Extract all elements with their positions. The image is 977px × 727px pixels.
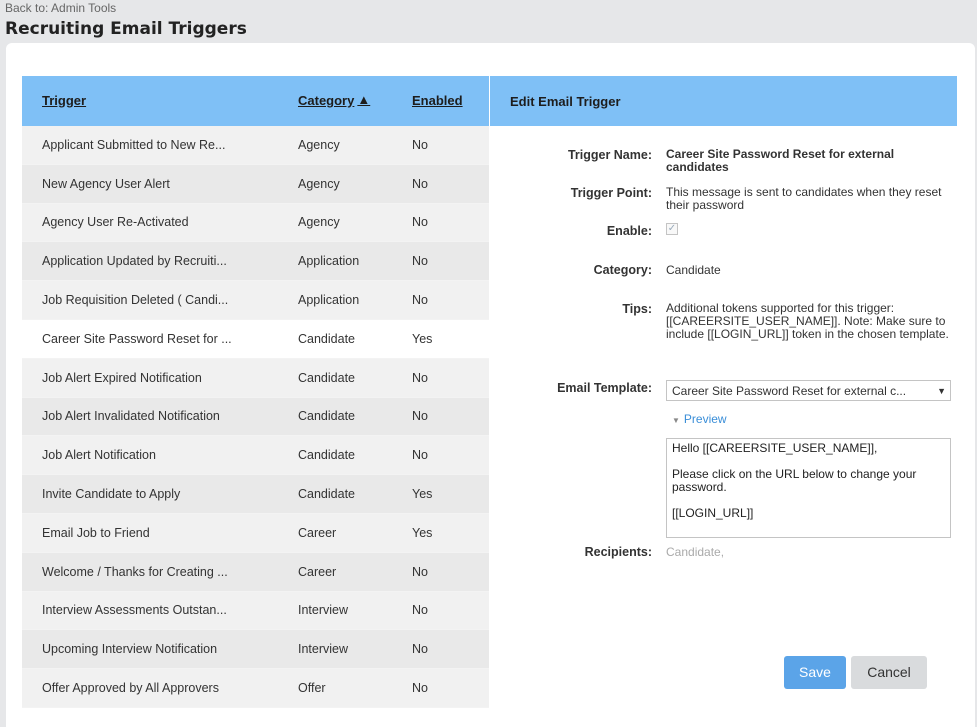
table-row[interactable]: Offer Approved by All Approvers Offer No: [22, 669, 489, 708]
save-button[interactable]: Save: [784, 656, 846, 689]
back-link[interactable]: Back to: Admin Tools: [5, 1, 116, 15]
table-row[interactable]: Agency User Re-Activated Agency No: [22, 203, 489, 243]
triangle-down-icon: ▼: [672, 416, 680, 425]
table-row[interactable]: Welcome / Thanks for Creating ... Career N…: [22, 552, 489, 592]
triggers-table: Trigger Category ▲ Enabled Applicant Subm…: [22, 76, 489, 727]
cell-enabled: No: [412, 448, 428, 463]
cell-category: Candidate: [298, 409, 355, 424]
preview-label[interactable]: Preview: [684, 412, 727, 426]
table-row[interactable]: Applicant Submitted to New Re... Agency No: [22, 126, 489, 165]
column-label-category[interactable]: Category: [298, 93, 354, 108]
category-value: Candidate: [666, 263, 721, 277]
preview-line: Hello [[CAREERSITE_USER_NAME]],: [672, 441, 878, 455]
column-header-category[interactable]: Category ▲: [278, 92, 395, 110]
category-label: Category:: [593, 263, 652, 277]
cell-trigger: Career Site Password Reset for ...: [42, 331, 232, 346]
cell-category: Agency: [298, 215, 340, 230]
cell-trigger: Upcoming Interview Notification: [42, 642, 218, 657]
cell-category: Career: [298, 564, 337, 579]
cell-trigger: Offer Approved by All Approvers: [42, 681, 219, 696]
cell-enabled: No: [412, 137, 428, 152]
enable-label: Enable:: [606, 224, 652, 238]
preview-line: Please click on the URL below to change …: [672, 467, 917, 494]
cell-enabled: No: [412, 409, 428, 424]
email-template-label: Email Template:: [557, 381, 652, 395]
cell-enabled: No: [412, 176, 428, 191]
cell-category: Application: [298, 293, 360, 308]
cell-trigger: Applicant Submitted to New Re...: [42, 137, 226, 152]
cell-enabled: No: [412, 254, 428, 269]
email-template-selected: Career Site Password Reset for external …: [672, 384, 907, 398]
cell-category: Agency: [298, 176, 340, 191]
column-header-trigger[interactable]: Trigger: [22, 92, 278, 110]
table-header: Trigger Category ▲ Enabled: [22, 76, 489, 126]
cell-trigger: Interview Assessments Outstan...: [42, 603, 227, 618]
cell-enabled: No: [412, 603, 428, 618]
cell-trigger: Job Alert Notification: [42, 448, 156, 463]
email-template-select[interactable]: Career Site Password Reset for external …: [666, 380, 951, 401]
tips-label: Tips:: [622, 302, 652, 316]
cell-trigger: Job Alert Expired Notification: [42, 370, 202, 385]
cell-category: Interview: [298, 642, 349, 657]
cell-category: Candidate: [298, 487, 355, 502]
cell-trigger: Agency User Re-Activated: [42, 215, 189, 230]
table-row[interactable]: Career Site Password Reset for ... Candid…: [22, 319, 489, 359]
cell-category: Application: [298, 254, 360, 269]
recipients-value: Candidate,: [666, 545, 725, 559]
table-row[interactable]: Invite Candidate to Apply Candidate Yes: [22, 475, 489, 514]
cell-enabled: No: [412, 564, 428, 579]
cell-enabled: Yes: [412, 487, 433, 502]
cell-enabled: No: [412, 642, 428, 657]
table-row[interactable]: Job Requisition Deleted ( Candi... Applic…: [22, 281, 489, 320]
recipients-label: Recipients:: [584, 545, 652, 559]
table-row[interactable]: New Agency User Alert Agency No: [22, 164, 489, 204]
table-row[interactable]: Interview Assessments Outstan... Intervie…: [22, 591, 489, 631]
template-preview[interactable]: Hello [[CAREERSITE_USER_NAME]], Please c…: [666, 438, 951, 538]
edit-trigger-panel: Edit Email Trigger Trigger Name: Career …: [490, 76, 957, 727]
cell-trigger: Invite Candidate to Apply: [42, 487, 181, 502]
table-row[interactable]: Job Alert Invalidated Notification Candid…: [22, 397, 489, 437]
cell-enabled: No: [412, 681, 428, 696]
cell-category: Candidate: [298, 448, 355, 463]
cell-category: Interview: [298, 603, 349, 618]
cell-trigger: Welcome / Thanks for Creating ...: [42, 564, 228, 579]
cell-enabled: Yes: [412, 525, 433, 540]
trigger-point-value: This message is sent to candidates when …: [666, 185, 942, 212]
chevron-down-icon: ▼: [937, 386, 946, 396]
cell-enabled: Yes: [412, 331, 433, 346]
cancel-button[interactable]: Cancel: [851, 656, 927, 689]
table-row[interactable]: Upcoming Interview Notification Interview…: [22, 630, 489, 670]
column-label-trigger[interactable]: Trigger: [42, 93, 86, 108]
cell-trigger: Email Job to Friend: [42, 525, 150, 540]
cell-category: Candidate: [298, 331, 355, 346]
cell-category: Career: [298, 525, 337, 540]
cell-enabled: No: [412, 370, 428, 385]
page-title: Recruiting Email Triggers: [5, 19, 247, 39]
cell-category: Agency: [298, 137, 340, 152]
cell-trigger: Job Alert Invalidated Notification: [42, 409, 220, 424]
trigger-name-value: Career Site Password Reset for external …: [666, 147, 895, 174]
table-row[interactable]: Job Alert Notification Candidate No: [22, 436, 489, 476]
table-row[interactable]: Email Job to Friend Career Yes: [22, 513, 489, 553]
cell-trigger: Application Updated by Recruiti...: [42, 254, 227, 269]
panel-title: Edit Email Trigger: [490, 76, 957, 126]
table-row[interactable]: Job Alert Expired Notification Candidate N…: [22, 358, 489, 398]
sort-ascending-icon[interactable]: ▲: [357, 92, 370, 107]
enable-checkbox[interactable]: ✓: [666, 223, 678, 235]
column-label-enabled[interactable]: Enabled: [412, 93, 463, 108]
cell-trigger: Job Requisition Deleted ( Candi...: [42, 293, 229, 308]
table-body: Applicant Submitted to New Re... Agency No…: [22, 126, 489, 708]
column-header-enabled[interactable]: Enabled: [395, 92, 489, 110]
preview-toggle[interactable]: ▼ Preview: [672, 412, 727, 426]
tips-value: Additional tokens supported for this tri…: [666, 301, 949, 341]
trigger-point-label: Trigger Point:: [570, 186, 652, 200]
preview-line: [[LOGIN_URL]]: [672, 506, 754, 520]
cell-trigger: New Agency User Alert: [42, 176, 170, 191]
cell-enabled: No: [412, 215, 428, 230]
cell-enabled: No: [412, 293, 428, 308]
cell-category: Offer: [298, 681, 326, 696]
trigger-name-label: Trigger Name:: [567, 148, 652, 162]
cell-category: Candidate: [298, 370, 355, 385]
table-row[interactable]: Application Updated by Recruiti... Applic…: [22, 242, 489, 282]
